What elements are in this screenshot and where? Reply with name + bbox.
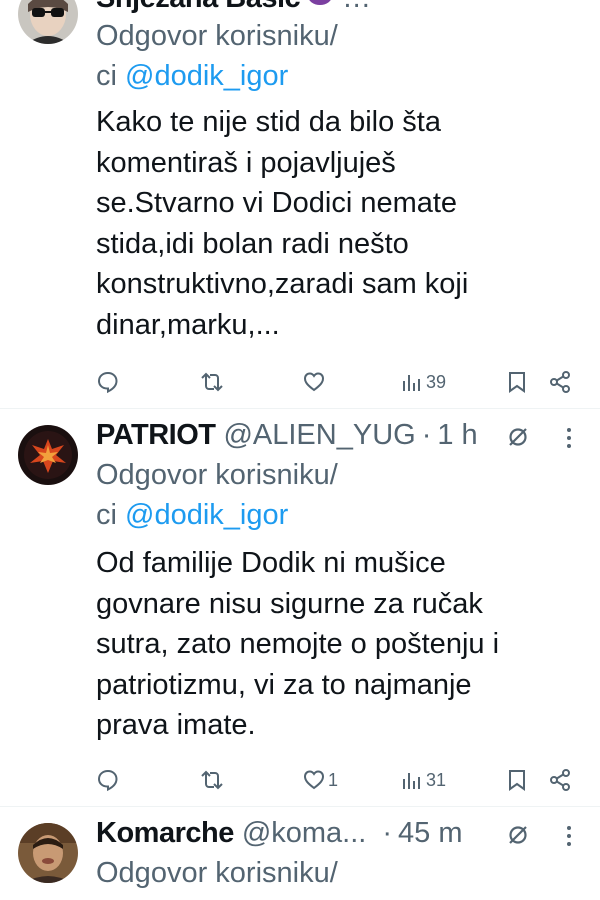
retweet-icon (199, 370, 225, 394)
display-name[interactable]: Komarche (96, 817, 234, 850)
share-button[interactable] (548, 367, 572, 397)
bookmark-icon (506, 370, 528, 394)
more-icon[interactable] (566, 427, 572, 454)
reply-prefix: ci (96, 60, 125, 92)
reply-context: Odgovor korisniku/ (96, 853, 556, 893)
heart-icon (302, 768, 326, 792)
views-count: 39 (426, 371, 447, 392)
bookmark-icon (506, 768, 528, 792)
share-icon (548, 768, 572, 792)
retweet-icon (199, 768, 225, 792)
tweet-1[interactable]: Snježana Bašić … Odgovor korisniku/ ci @… (0, 0, 600, 408)
bookmark-button[interactable] (506, 765, 528, 795)
timestamp[interactable]: 45 m (398, 817, 462, 850)
bookmark-button[interactable] (506, 367, 528, 397)
emoji-icon (306, 0, 334, 15)
views-button[interactable]: 31 (402, 765, 446, 795)
avatar[interactable] (18, 425, 78, 485)
share-button[interactable] (548, 765, 572, 795)
reply-prefix: ci (96, 499, 125, 531)
action-bar: 39 (96, 367, 576, 397)
views-icon (402, 769, 424, 791)
timestamp[interactable]: 1 h (437, 419, 477, 452)
retweet-button[interactable] (199, 765, 225, 795)
user-handle[interactable]: @koma... (242, 817, 367, 850)
views-button[interactable]: 39 (402, 367, 446, 397)
tweet-text: Kako te nije stid da bilo šta komentiraš… (96, 106, 469, 341)
tweet-2[interactable]: PATRIOT @ALIEN_YUG · 1 h Odgovor korisni… (0, 409, 600, 806)
separator-dot: · (421, 418, 432, 451)
reply-button[interactable] (96, 765, 120, 795)
reply-icon (96, 768, 120, 792)
reply-target: ci @dodik_igor (96, 495, 556, 535)
reply-label: Odgovor korisniku/ (96, 20, 338, 52)
name-ellipsis: … (342, 0, 371, 15)
like-button[interactable]: 1 (302, 765, 338, 795)
separator-dot: · (382, 816, 393, 849)
display-name[interactable]: Snježana Bašić (96, 0, 301, 15)
reply-context: Odgovor korisniku/ ci @dodik_igor (96, 16, 556, 96)
retweet-button[interactable] (199, 367, 225, 397)
likes-count: 1 (328, 769, 339, 790)
reply-target: ci @dodik_igor (96, 56, 556, 96)
like-button[interactable] (302, 367, 326, 397)
grok-icon[interactable] (506, 425, 530, 454)
views-count: 31 (426, 769, 447, 790)
heart-icon (302, 370, 326, 394)
reply-icon (96, 370, 120, 394)
avatar[interactable] (18, 823, 78, 883)
mention-link[interactable]: @dodik_igor (125, 60, 288, 92)
reply-context: Odgovor korisniku/ ci @dodik_igor (96, 455, 556, 535)
tweet-3[interactable]: Komarche @koma... · 45 m Odgovor korisni… (0, 807, 600, 900)
action-bar: 1 31 (96, 765, 576, 795)
avatar[interactable] (18, 0, 78, 44)
grok-icon[interactable] (506, 823, 530, 852)
views-icon (402, 371, 424, 393)
more-icon[interactable] (566, 825, 572, 852)
user-handle[interactable]: @ALIEN_YUG (223, 419, 415, 452)
share-icon (548, 370, 572, 394)
reply-button[interactable] (96, 367, 120, 397)
tweet-text: Od familije Dodik ni mušice govnare nisu… (96, 547, 500, 741)
reply-label: Odgovor korisniku/ (96, 459, 338, 491)
reply-label: Odgovor korisniku/ (96, 857, 338, 889)
display-name[interactable]: PATRIOT (96, 419, 216, 452)
mention-link[interactable]: @dodik_igor (125, 499, 288, 531)
